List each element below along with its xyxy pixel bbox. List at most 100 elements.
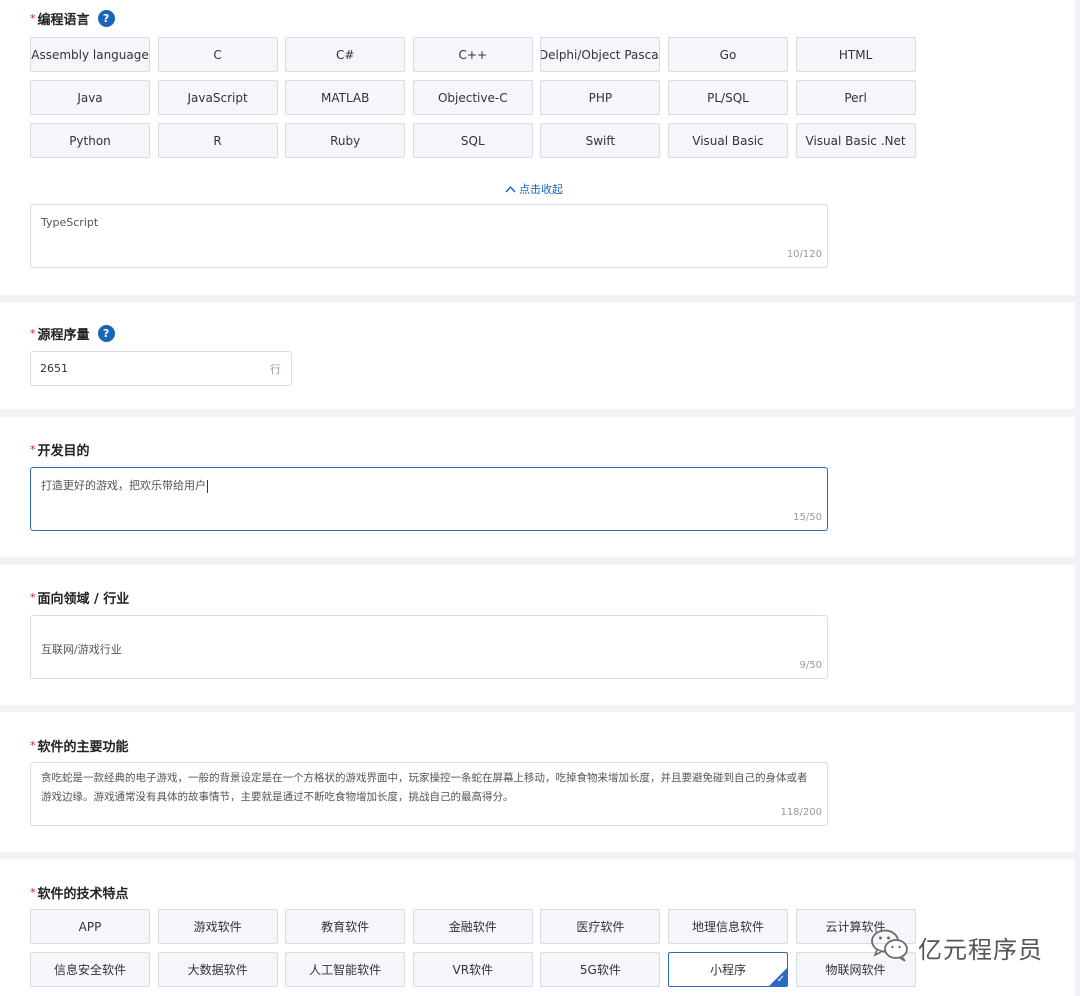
option-chip[interactable]: JavaScript [157,80,278,115]
unit-label: 行 [270,362,281,376]
option-label: Assembly language [31,47,149,62]
source-lines-label-text: 源程序量 [37,328,90,343]
option-chip[interactable]: SQL [412,123,533,158]
option-chip[interactable]: MATLAB [285,80,406,115]
option-chip[interactable]: HTML [795,37,916,72]
option-label: Visual Basic [692,133,764,148]
option-chip[interactable]: Go [667,37,788,72]
option-chip[interactable]: 5G软件 [540,952,661,987]
option-label: Delphi/Object Pascal [540,47,661,62]
option-label: Objective-C [437,90,508,105]
source-lines-label: * 源程序量 ? [30,324,115,343]
required-star: * [30,12,36,25]
domain-value: 互联网/游戏行业 [41,643,122,656]
tech-label-text: 软件的技术特点 [37,887,129,902]
char-counter: 9/50 [799,660,822,671]
features-value: 贪吃蛇是一款经典的电子游戏，一般的背景设定是在一个方格状的游戏界面中，玩家操控一… [41,772,808,803]
option-label: R [213,133,222,148]
option-chip[interactable]: 小程序 ✓ [667,952,788,987]
option-chip[interactable]: Ruby [285,123,406,158]
option-chip[interactable]: Perl [795,80,916,115]
required-star: * [30,443,36,456]
option-label: 教育软件 [321,920,370,934]
option-chip[interactable]: Java [30,80,150,115]
features-input[interactable]: 贪吃蛇是一款经典的电子游戏，一般的背景设定是在一个方格状的游戏界面中，玩家操控一… [30,762,828,826]
option-label: 人工智能软件 [309,963,382,977]
option-label: 大数据软件 [187,963,248,977]
text-caret [207,479,208,493]
section-source-lines: * 源程序量 ? 2651 行 [0,302,1075,409]
collapse-toggle[interactable]: 点击收起 [505,181,563,197]
option-chip[interactable]: C++ [412,37,533,72]
option-chip[interactable]: 地理信息软件 [667,909,788,944]
option-chip[interactable]: Swift [540,123,661,158]
option-label: C++ [458,47,488,62]
option-label: MATLAB [321,90,370,105]
option-chip[interactable]: 大数据软件 [157,952,278,987]
features-label: * 软件的主要功能 [30,736,129,755]
option-label: 医疗软件 [576,920,625,934]
option-chip[interactable]: C [157,37,278,72]
required-star: * [30,739,36,752]
features-label-text: 软件的主要功能 [37,740,129,755]
char-counter: 15/50 [793,512,822,523]
option-chip[interactable]: 医疗软件 [540,909,661,944]
purpose-input[interactable]: 打造更好的游戏，把欢乐带给用户 15/50 [30,467,828,531]
option-chip[interactable]: Assembly language [30,37,150,72]
option-chip[interactable]: Delphi/Object Pascal [540,37,661,72]
option-label: JavaScript [187,90,248,105]
option-chip[interactable]: 金融软件 [412,909,533,944]
help-icon[interactable]: ? [97,325,115,342]
option-label: 金融软件 [448,920,497,934]
required-star: * [30,591,36,604]
option-label: 信息安全软件 [53,963,126,977]
section-domain: * 面向领域 / 行业 互联网/游戏行业 9/50 [0,565,1075,705]
collapse-label: 点击收起 [519,183,563,196]
char-counter: 10/120 [786,249,822,260]
tech-label: * 软件的技术特点 [30,883,129,902]
source-lines-input[interactable]: 2651 行 [30,351,292,386]
option-chip[interactable]: Objective-C [412,80,533,115]
option-chip[interactable]: 信息安全软件 [30,952,150,987]
option-chip[interactable]: APP [30,909,150,944]
required-star: * [30,886,36,899]
char-counter: 118/200 [780,807,822,818]
option-label: Go [719,47,737,62]
purpose-value: 打造更好的游戏，把欢乐带给用户 [41,479,206,492]
other-language-value: TypeScript [41,216,99,229]
help-icon[interactable]: ? [97,10,115,27]
language-label: * 编程语言 ? [30,9,115,28]
option-chip[interactable]: R [157,123,278,158]
option-chip[interactable]: PL/SQL [667,80,788,115]
purpose-label-text: 开发目的 [37,444,90,459]
option-label: Perl [844,90,867,105]
section-purpose: * 开发目的 打造更好的游戏，把欢乐带给用户 15/50 [0,417,1075,557]
check-icon: ✓ [776,974,785,985]
option-chip[interactable]: 游戏软件 [157,909,278,944]
option-label: C [213,47,222,62]
option-chip[interactable]: Python [30,123,150,158]
section-language: * 编程语言 ? Assembly language C C# C++ Delphi/O… [0,0,1075,295]
option-chip[interactable]: 教育软件 [285,909,406,944]
domain-label-text: 面向领域 / 行业 [37,592,130,607]
option-label: Visual Basic .Net [805,133,906,148]
option-chip[interactable]: C# [285,37,406,72]
source-lines-value: 2651 [40,362,68,375]
option-chip[interactable]: 人工智能软件 [285,952,406,987]
language-options: Assembly language C C# C++ Delphi/Object Pas… [30,37,916,158]
other-language-input[interactable]: TypeScript 10/120 [30,204,828,268]
domain-label: * 面向领域 / 行业 [30,588,129,607]
option-chip[interactable]: VR软件 [412,952,533,987]
option-label: Swift [585,133,616,148]
option-label: SQL [460,133,485,148]
option-label: 游戏软件 [193,920,242,934]
section-features: * 软件的主要功能 贪吃蛇是一款经典的电子游戏，一般的背景设定是在一个方格状的游… [0,712,1075,852]
chevron-up-icon [505,183,516,196]
option-label: C# [335,47,355,62]
option-label: HTML [838,47,873,62]
domain-input[interactable]: 互联网/游戏行业 9/50 [30,615,828,679]
option-label: APP [78,919,102,934]
option-chip[interactable]: Visual Basic [667,123,788,158]
option-chip[interactable]: PHP [540,80,661,115]
option-chip[interactable]: Visual Basic .Net [795,123,916,158]
